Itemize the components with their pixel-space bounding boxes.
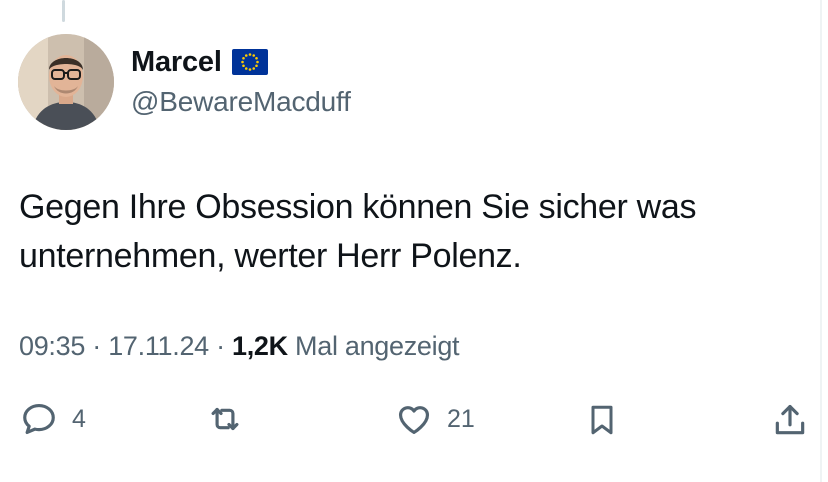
tweet-card: Marcel @BewareMacduff Gegen Ihre Obsessi… (0, 0, 828, 482)
tweet-meta: 09:35 · 17.11.24 · 1,2K Mal angezeigt (19, 331, 460, 362)
tweet-text: Gegen Ihre Obsession können Sie sicher w… (19, 183, 809, 281)
action-bar: 4 21 (0, 394, 828, 446)
bookmark-button[interactable] (584, 400, 620, 440)
bookmark-icon (584, 400, 620, 440)
avatar[interactable] (18, 34, 114, 130)
heart-icon (395, 400, 433, 438)
reply-button[interactable]: 4 (20, 400, 86, 438)
like-count: 21 (447, 404, 475, 433)
retweet-icon (205, 400, 245, 438)
like-button[interactable]: 21 (395, 400, 475, 438)
tweet-date[interactable]: 17.11.24 (108, 331, 209, 361)
reply-icon (20, 400, 58, 438)
retweet-button[interactable] (205, 400, 245, 438)
meta-separator: · (85, 331, 109, 361)
tweet-time[interactable]: 09:35 (19, 331, 85, 361)
share-button[interactable] (771, 400, 809, 440)
tweet-text-line: Gegen Ihre Obsession können Sie sicher w… (19, 188, 697, 226)
eu-flag-icon (231, 49, 268, 75)
author-display-name[interactable]: Marcel (131, 46, 222, 79)
author-handle[interactable]: @BewareMacduff (131, 86, 351, 118)
views-count[interactable]: 1,2K (232, 331, 288, 361)
reply-count: 4 (72, 404, 86, 433)
share-icon (771, 400, 809, 440)
author-name-row: Marcel (131, 44, 268, 80)
tweet-text-line: unternehmen, werter Herr Polenz. (19, 237, 522, 275)
thread-connector-line (62, 0, 65, 22)
views-label: Mal angezeigt (287, 331, 460, 361)
meta-separator: · (208, 331, 232, 361)
